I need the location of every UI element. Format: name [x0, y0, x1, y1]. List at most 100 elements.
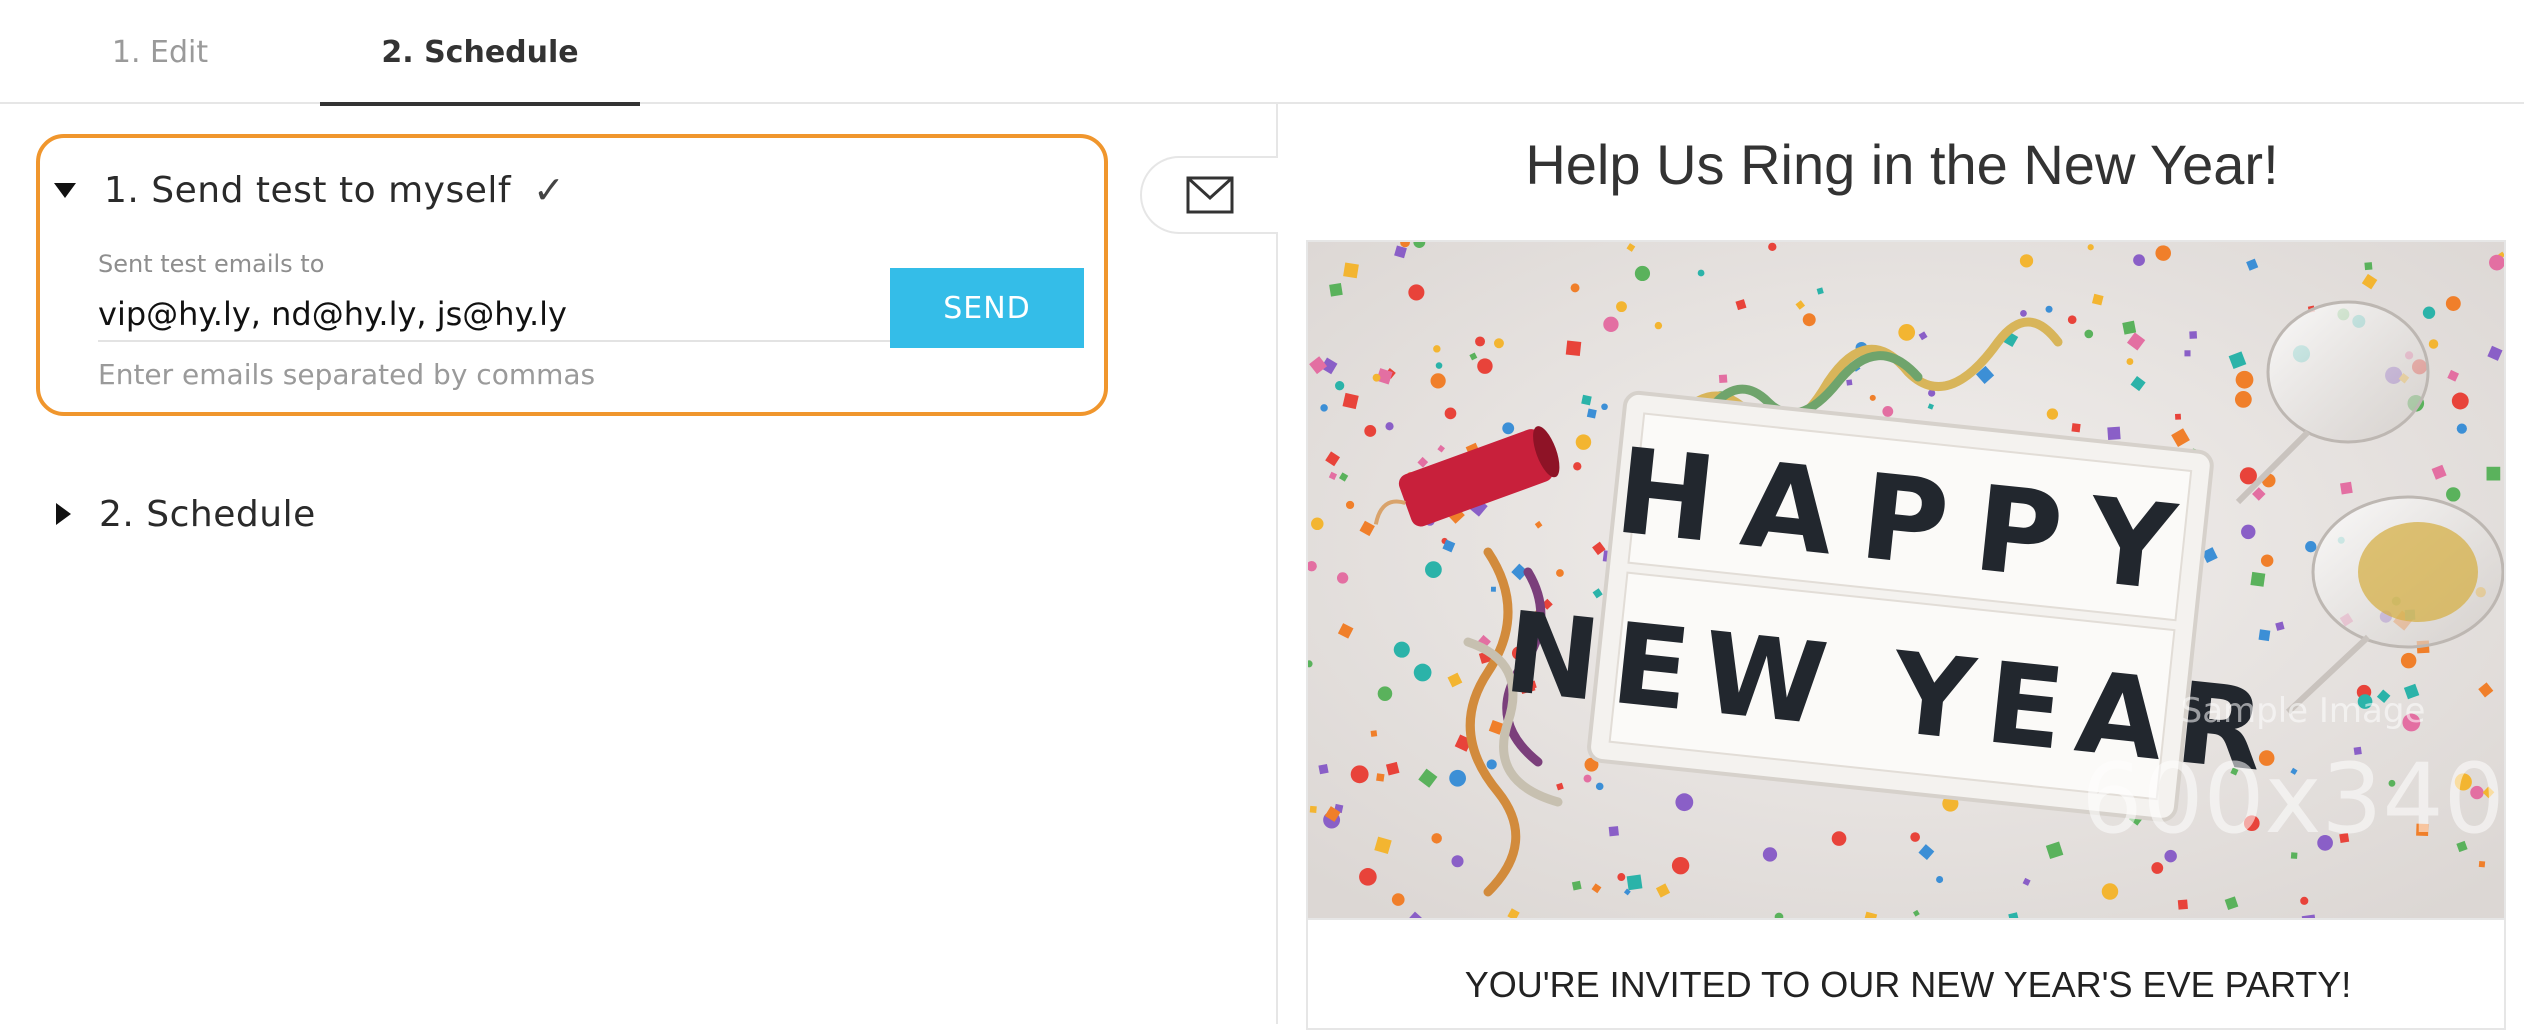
confetti-piece [1616, 301, 1627, 313]
confetti-piece [1425, 561, 1442, 578]
confetti-piece [1372, 373, 1381, 382]
confetti-piece [1575, 434, 1592, 450]
confetti-piece [2422, 306, 2436, 319]
confetti-piece [2177, 899, 2188, 910]
confetti-piece [2478, 861, 2486, 868]
confetti-piece [2020, 309, 2027, 317]
confetti-piece [1936, 876, 1944, 884]
send-test-button[interactable]: SEND [890, 268, 1084, 348]
confetti-piece [1364, 425, 1377, 437]
confetti-piece [2126, 358, 2134, 365]
confetti-piece [1475, 336, 1486, 347]
confetti-piece [2456, 423, 2467, 434]
test-emails-label: Sent test emails to [98, 250, 325, 278]
confetti-piece [1490, 586, 1496, 592]
confetti-piece [1654, 321, 1663, 330]
test-emails-hint: Enter emails separated by commas [98, 358, 596, 391]
confetti-piece [2101, 883, 2119, 900]
confetti-piece [1486, 759, 1497, 770]
confetti-piece [1435, 362, 1443, 369]
schedule-step-header[interactable]: 2. Schedule [56, 484, 316, 544]
confetti-piece [1477, 358, 1493, 374]
caret-down-icon [54, 182, 76, 198]
confetti-piece [2151, 862, 2164, 874]
confetti-piece [1493, 338, 1504, 349]
send-test-step-header[interactable]: 1. Send test to myself ✓ [54, 160, 565, 220]
confetti-piece [1451, 855, 1464, 868]
confetti-piece [1377, 686, 1393, 701]
confetti-piece [2428, 339, 2439, 349]
checkmark-icon: ✓ [533, 168, 565, 212]
confetti-piece [2189, 331, 2198, 339]
confetti-piece [2174, 413, 2182, 420]
confetti-piece [2133, 254, 2145, 267]
confetti-piece [2234, 391, 2252, 408]
tab-edit[interactable]: 1. Edit [60, 0, 260, 104]
tab-bar: 1. Edit 2. Schedule [0, 0, 2524, 106]
confetti-piece [1408, 284, 1425, 301]
confetti-piece [1309, 805, 1317, 813]
confetti-piece [2300, 896, 2309, 905]
invite-banner: YOU'RE INVITED TO OUR NEW YEAR'S EVE PAR… [1306, 920, 2506, 1030]
confetti-piece [2046, 408, 2059, 420]
confetti-piece [2071, 423, 2081, 433]
confetti-piece [1762, 847, 1778, 862]
email-preview: Help Us Ring in the New Year! HAPPY NEW … [1280, 104, 2524, 1030]
email-preview-toggle[interactable] [1140, 156, 1278, 234]
confetti-piece [1370, 730, 1378, 737]
confetti-piece [1311, 517, 1324, 531]
confetti-piece [1802, 313, 1816, 327]
confetti-piece [1831, 831, 1847, 846]
confetti-piece [2084, 329, 2094, 339]
confetti-piece [2305, 541, 2317, 553]
email-preview-title: Help Us Ring in the New Year! [1525, 133, 2279, 196]
confetti-piece [2241, 524, 2256, 540]
confetti-piece [1671, 856, 1690, 875]
confetti-piece [1573, 462, 1582, 471]
confetti-piece [1376, 773, 1385, 782]
confetti-piece [1318, 764, 1329, 775]
confetti-piece [2258, 629, 2271, 642]
confetti-piece [2451, 392, 2469, 410]
confetti-piece [2107, 426, 2121, 440]
confetti-piece [1601, 403, 1608, 411]
confetti-piece [2155, 245, 2171, 261]
confetti-piece [1431, 833, 1442, 844]
confetti-piece [2260, 554, 2274, 567]
confetti-piece [1502, 422, 1515, 435]
confetti-piece [1846, 379, 1853, 386]
confetti-piece [1910, 832, 1921, 842]
confetti-piece [1359, 868, 1377, 886]
confetti-piece [1430, 373, 1446, 389]
test-emails-input[interactable] [98, 288, 898, 342]
caret-right-icon [56, 503, 71, 525]
confetti-piece [2122, 320, 2137, 335]
confetti-piece [1898, 324, 1916, 341]
confetti-piece [1586, 408, 1597, 419]
tab-schedule[interactable]: 2. Schedule [320, 0, 640, 106]
confetti-piece [2446, 487, 2461, 502]
confetti-piece [1608, 826, 1619, 837]
confetti-piece [2087, 244, 2094, 251]
watermark-label: Sample Image [2181, 691, 2426, 731]
confetti-piece [1385, 422, 1394, 431]
send-test-step-title: 1. Send test to myself [104, 169, 512, 211]
confetti-piece [1320, 404, 1328, 412]
envelope-icon [1186, 176, 1234, 214]
confetti-piece [2045, 305, 2053, 313]
confetti-piece [1433, 345, 1441, 353]
confetti-piece [1565, 340, 1582, 357]
confetti-piece [1697, 269, 1705, 277]
confetti-piece [1570, 283, 1580, 293]
confetti-piece [1556, 569, 1564, 577]
confetti-piece [1444, 407, 1457, 420]
confetti-piece [2364, 262, 2373, 271]
confetti-piece [1634, 265, 1651, 282]
hero-image: HAPPY NEW YEAR Sample Image 600x340 [1306, 240, 2506, 920]
confetti-piece [1718, 374, 1728, 384]
confetti-piece [1393, 641, 1410, 658]
confetti-piece [1595, 782, 1604, 791]
confetti-piece [1617, 873, 1626, 881]
confetti-piece [1343, 262, 1359, 279]
confetti-piece [1350, 765, 1369, 784]
